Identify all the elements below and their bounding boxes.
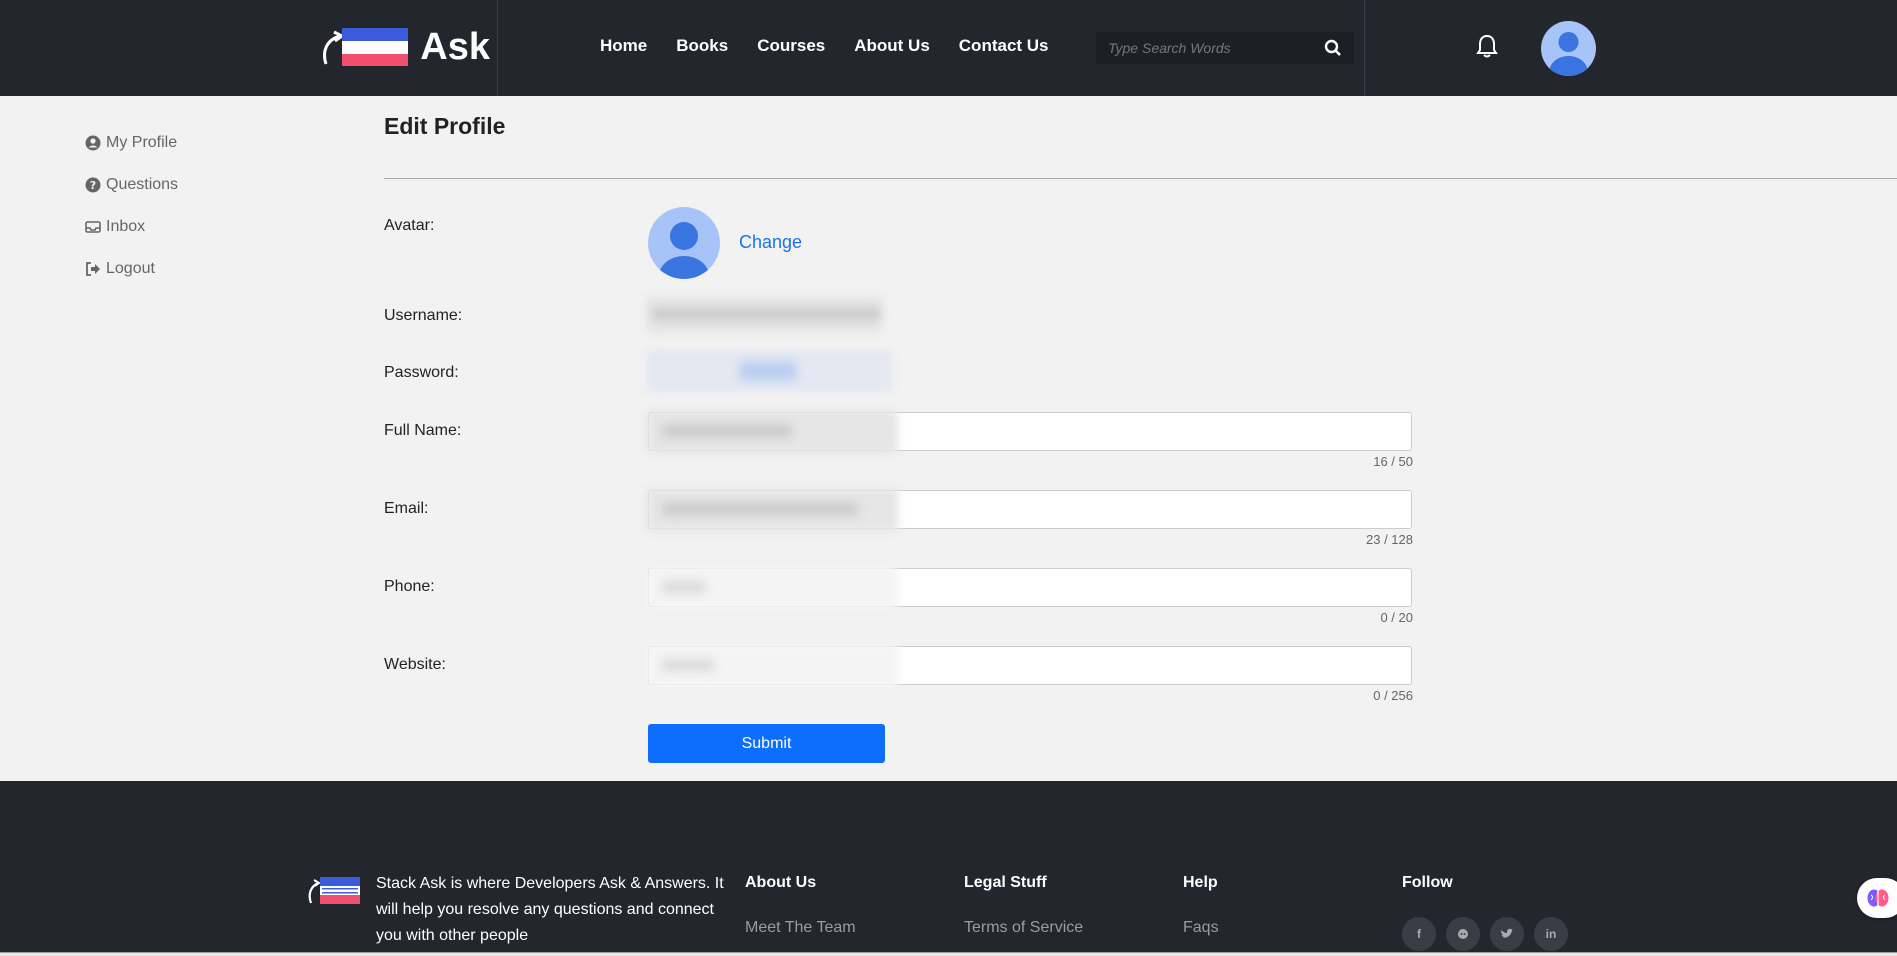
password-label: Password: [384, 364, 459, 381]
logo-flag-icon [342, 28, 408, 66]
website-label: Website: [384, 656, 446, 673]
website-counter: 0 / 256 [1373, 688, 1413, 703]
sidebar-item-label: Logout [106, 260, 155, 277]
nav-books[interactable]: Books [676, 36, 728, 56]
brain-icon [1867, 889, 1889, 907]
bell-icon[interactable] [1475, 33, 1499, 59]
nav-contact-us[interactable]: Contact Us [959, 36, 1049, 56]
facebook-icon[interactable]: f [1402, 917, 1436, 951]
footer-help-heading: Help [1183, 874, 1218, 891]
question-circle-icon: ? [85, 177, 101, 193]
username-label: Username: [384, 307, 463, 324]
sidebar-item-logout[interactable]: Logout [85, 248, 178, 290]
search-input[interactable] [1096, 40, 1316, 56]
footer-legal-heading: Legal Stuff [964, 874, 1047, 891]
profile-avatar [648, 207, 720, 279]
page-title: Edit Profile [384, 113, 506, 139]
submit-button[interactable]: Submit [648, 724, 885, 763]
title-divider [384, 178, 1897, 179]
header-divider [497, 0, 498, 96]
github-icon[interactable] [1446, 917, 1480, 951]
site-footer: Stack Ask is where Developers Ask & Answ… [0, 781, 1897, 956]
website-placeholder-redacted [662, 660, 714, 670]
phone-placeholder-redacted [662, 582, 706, 592]
sidebar-item-inbox[interactable]: Inbox [85, 206, 178, 248]
footer-description: Stack Ask is where Developers Ask & Answ… [376, 875, 724, 944]
change-avatar-link[interactable]: Change [739, 232, 802, 253]
floating-assistant-button[interactable] [1857, 878, 1897, 918]
sidebar-item-label: Inbox [106, 218, 146, 235]
nav-home[interactable]: Home [600, 36, 647, 56]
main-nav: Home Books Courses About Us Contact Us [600, 36, 1078, 56]
footer-logo-icon [308, 877, 360, 904]
user-silhouette-icon [1549, 32, 1588, 76]
email-label: Email: [384, 500, 429, 517]
svg-text:?: ? [90, 179, 96, 192]
linkedin-icon[interactable]: in [1534, 917, 1568, 951]
password-button-redacted [740, 362, 796, 380]
profile-sidebar: My Profile ? Questions Inbox Logout [85, 122, 178, 290]
logo-text: Ask [420, 25, 490, 68]
fullname-label: Full Name: [384, 422, 462, 439]
user-avatar[interactable] [1541, 21, 1596, 76]
phone-counter: 0 / 20 [1380, 610, 1413, 625]
footer-about-heading: About Us [745, 874, 817, 891]
top-navbar: Ask Home Books Courses About Us Contact … [0, 0, 1897, 96]
fullname-counter: 16 / 50 [1373, 454, 1413, 469]
sidebar-item-my-profile[interactable]: My Profile [85, 122, 178, 164]
nav-courses[interactable]: Courses [757, 36, 825, 56]
email-value-redacted [662, 503, 858, 515]
sidebar-item-label: My Profile [106, 134, 178, 151]
site-logo[interactable]: Ask [320, 24, 490, 70]
phone-label: Phone: [384, 578, 435, 595]
email-counter: 23 / 128 [1366, 532, 1413, 547]
search-box [1096, 32, 1354, 64]
sidebar-item-label: Questions [106, 176, 179, 193]
inbox-icon [85, 221, 101, 233]
search-icon[interactable] [1324, 39, 1342, 57]
avatar-label: Avatar: [384, 217, 435, 234]
footer-link-faqs[interactable]: Faqs [1183, 919, 1219, 937]
nav-about-us[interactable]: About Us [854, 36, 930, 56]
logout-icon [86, 262, 100, 276]
header-divider [1364, 0, 1365, 96]
footer-follow-heading: Follow [1402, 874, 1453, 891]
sidebar-item-questions[interactable]: ? Questions [85, 164, 178, 206]
user-circle-icon [85, 135, 101, 151]
user-silhouette-icon [659, 222, 709, 279]
twitter-icon[interactable] [1490, 917, 1524, 951]
window-bottom-edge [0, 952, 1897, 956]
footer-link-meet-team[interactable]: Meet The Team [745, 919, 856, 937]
username-value-redacted [652, 308, 880, 320]
footer-link-terms[interactable]: Terms of Service [964, 919, 1083, 937]
fullname-value-redacted [662, 425, 792, 437]
